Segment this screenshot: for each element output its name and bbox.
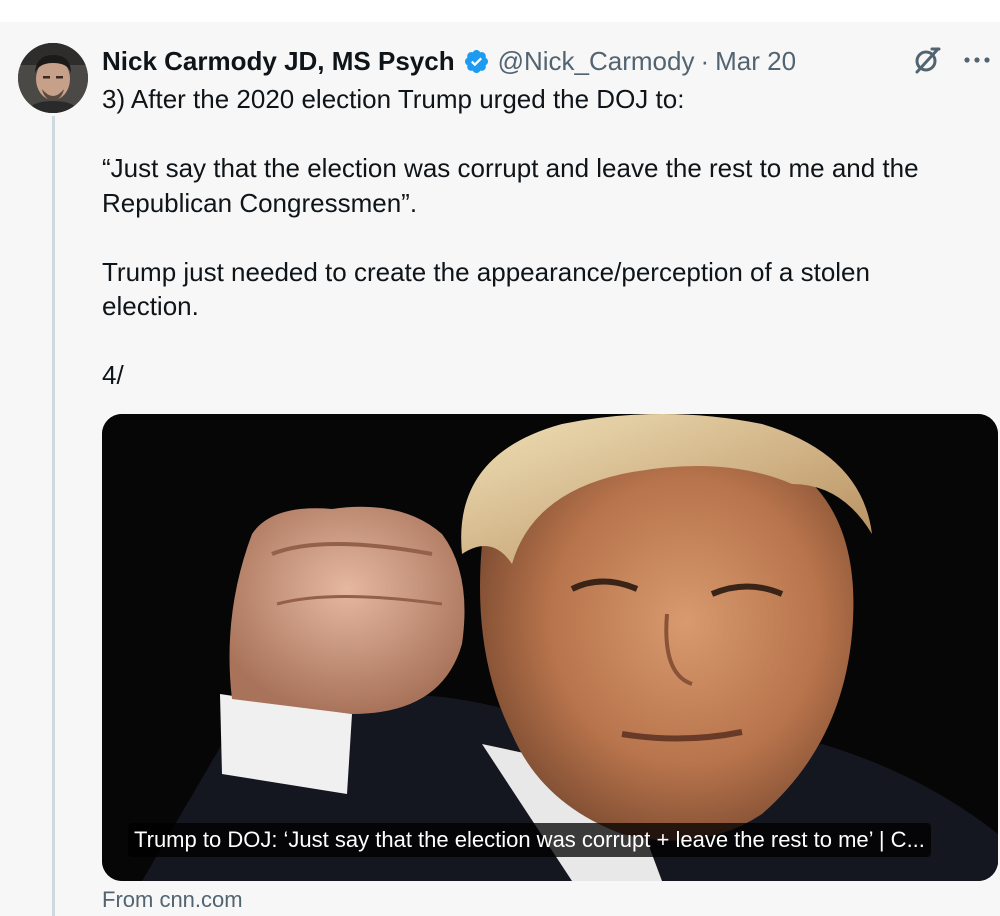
separator-dot: · (700, 46, 710, 76)
tweet-text-line: “Just say that the election was corrupt … (102, 153, 919, 183)
page: Nick Carmody JD, MS Psych @Nick_Carmody … (0, 0, 1000, 916)
grok-icon[interactable] (912, 45, 960, 80)
author-handle[interactable]: @Nick_Carmody (498, 43, 695, 79)
tweet-date[interactable]: Mar 20 (715, 43, 796, 79)
avatar-photo (18, 43, 88, 113)
more-options-icon[interactable] (960, 45, 1000, 80)
tweet-text-line: election. (102, 291, 199, 321)
author-name[interactable]: Nick Carmody JD, MS Psych (102, 43, 455, 79)
thread-connector-line (52, 116, 55, 916)
link-source[interactable]: From cnn.com (102, 885, 243, 915)
tweet-text-line: 3) After the 2020 election Trump urged t… (102, 84, 685, 114)
tweet-header: Nick Carmody JD, MS Psych @Nick_Carmody … (102, 43, 796, 79)
link-card-caption: Trump to DOJ: ‘Just say that the electio… (128, 823, 931, 857)
tweet-text-line: Trump just needed to create the appearan… (102, 256, 870, 287)
header-actions (912, 44, 1000, 80)
tweet-text-line: Republican Congressmen”. (102, 187, 418, 218)
tweet-text-line: 4/ (102, 360, 124, 390)
avatar[interactable] (18, 43, 88, 113)
tweet-text: 3) After the 2020 election Trump urged t… (102, 82, 982, 393)
link-card[interactable]: Trump to DOJ: ‘Just say that the electio… (102, 414, 998, 881)
link-card-image (102, 414, 998, 881)
verified-badge-icon[interactable] (463, 48, 490, 75)
